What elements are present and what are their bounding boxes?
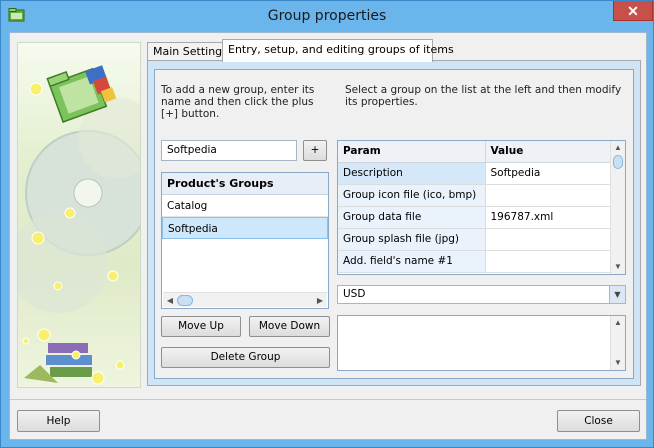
scroll-up-icon[interactable]: ▲ xyxy=(611,317,625,329)
tab-entry-setup-groups[interactable]: Entry, setup, and editing groups of item… xyxy=(222,39,454,62)
add-group-button[interactable]: + xyxy=(303,140,327,161)
scroll-left-icon[interactable]: ◀ xyxy=(163,294,177,307)
param-value[interactable] xyxy=(485,250,613,273)
param-name: Description xyxy=(338,162,486,185)
dialog-button-bar: Help Close xyxy=(10,399,646,439)
memo-scrollbar[interactable]: ▲ ▼ xyxy=(610,316,625,370)
param-value[interactable] xyxy=(485,228,613,251)
list-item[interactable]: Softpedia xyxy=(162,217,328,239)
move-down-button[interactable]: Move Down xyxy=(249,316,330,337)
group-notes-memo[interactable]: ▲ ▼ xyxy=(337,315,626,371)
param-name: Group icon file (ico, bmp) xyxy=(338,184,486,207)
delete-group-button[interactable]: Delete Group xyxy=(161,347,330,368)
close-window-icon[interactable]: ✕ xyxy=(613,1,653,21)
chevron-down-icon[interactable]: ▼ xyxy=(609,286,625,303)
groups-editor: To add a new group, enter its name and t… xyxy=(154,69,634,379)
table-row[interactable]: Group data file 196787.xml xyxy=(338,206,613,229)
groups-list-header: Product's Groups xyxy=(162,173,328,195)
tab-panel: To add a new group, enter its name and t… xyxy=(147,60,641,386)
decorative-folder-disc-illustration xyxy=(18,65,140,385)
window-title: Group properties xyxy=(267,8,387,24)
groups-list: Product's Groups Catalog Softpedia ◀ ▶ xyxy=(161,172,329,309)
horizontal-scrollbar[interactable]: ◀ ▶ xyxy=(163,292,327,307)
table-row[interactable]: Group splash file (jpg) xyxy=(338,228,613,251)
new-group-name-input[interactable]: Softpedia xyxy=(161,140,297,161)
vertical-scrollbar[interactable]: ▲ ▼ xyxy=(610,141,625,274)
table-row[interactable]: Group icon file (ico, bmp) xyxy=(338,184,613,207)
param-name: Group splash file (jpg) xyxy=(338,228,486,251)
param-value[interactable]: Softpedia xyxy=(485,162,613,185)
param-name: Add. field's name #1 xyxy=(338,250,486,273)
select-group-hint: Select a group on the list at the left a… xyxy=(345,84,622,108)
scroll-down-icon[interactable]: ▼ xyxy=(611,261,625,273)
param-name: Group data file xyxy=(338,206,486,229)
scroll-thumb[interactable] xyxy=(613,155,623,169)
help-button[interactable]: Help xyxy=(17,410,100,432)
scroll-right-icon[interactable]: ▶ xyxy=(313,294,327,307)
table-row[interactable]: Description Softpedia xyxy=(338,162,613,185)
group-params-grid: Param Value Description Softpedia Group … xyxy=(337,140,626,275)
currency-value: USD xyxy=(343,288,366,300)
sidebar-illustration xyxy=(17,42,141,388)
param-column-header[interactable]: Param xyxy=(338,141,486,163)
table-row[interactable]: Add. field's name #1 xyxy=(338,250,613,273)
title-bar[interactable]: Group properties ✕ xyxy=(1,1,653,32)
dialog-client-area: Main Settings Entry, setup, and editing … xyxy=(9,32,647,440)
list-item[interactable]: Catalog xyxy=(162,195,328,217)
param-value[interactable]: 196787.xml xyxy=(485,206,613,229)
param-value[interactable] xyxy=(485,184,613,207)
close-button[interactable]: Close xyxy=(557,410,640,432)
move-up-button[interactable]: Move Up xyxy=(161,316,241,337)
add-group-hint: To add a new group, enter its name and t… xyxy=(161,84,315,120)
scroll-up-icon[interactable]: ▲ xyxy=(611,142,625,154)
value-column-header[interactable]: Value xyxy=(485,141,613,163)
tab-main-settings[interactable]: Main Settings xyxy=(147,42,228,61)
scroll-down-icon[interactable]: ▼ xyxy=(611,357,625,369)
scroll-thumb[interactable] xyxy=(177,295,193,306)
group-properties-window: Group properties ✕ Main Settings Entry, … xyxy=(0,0,654,448)
currency-select[interactable]: USD ▼ xyxy=(337,285,626,304)
